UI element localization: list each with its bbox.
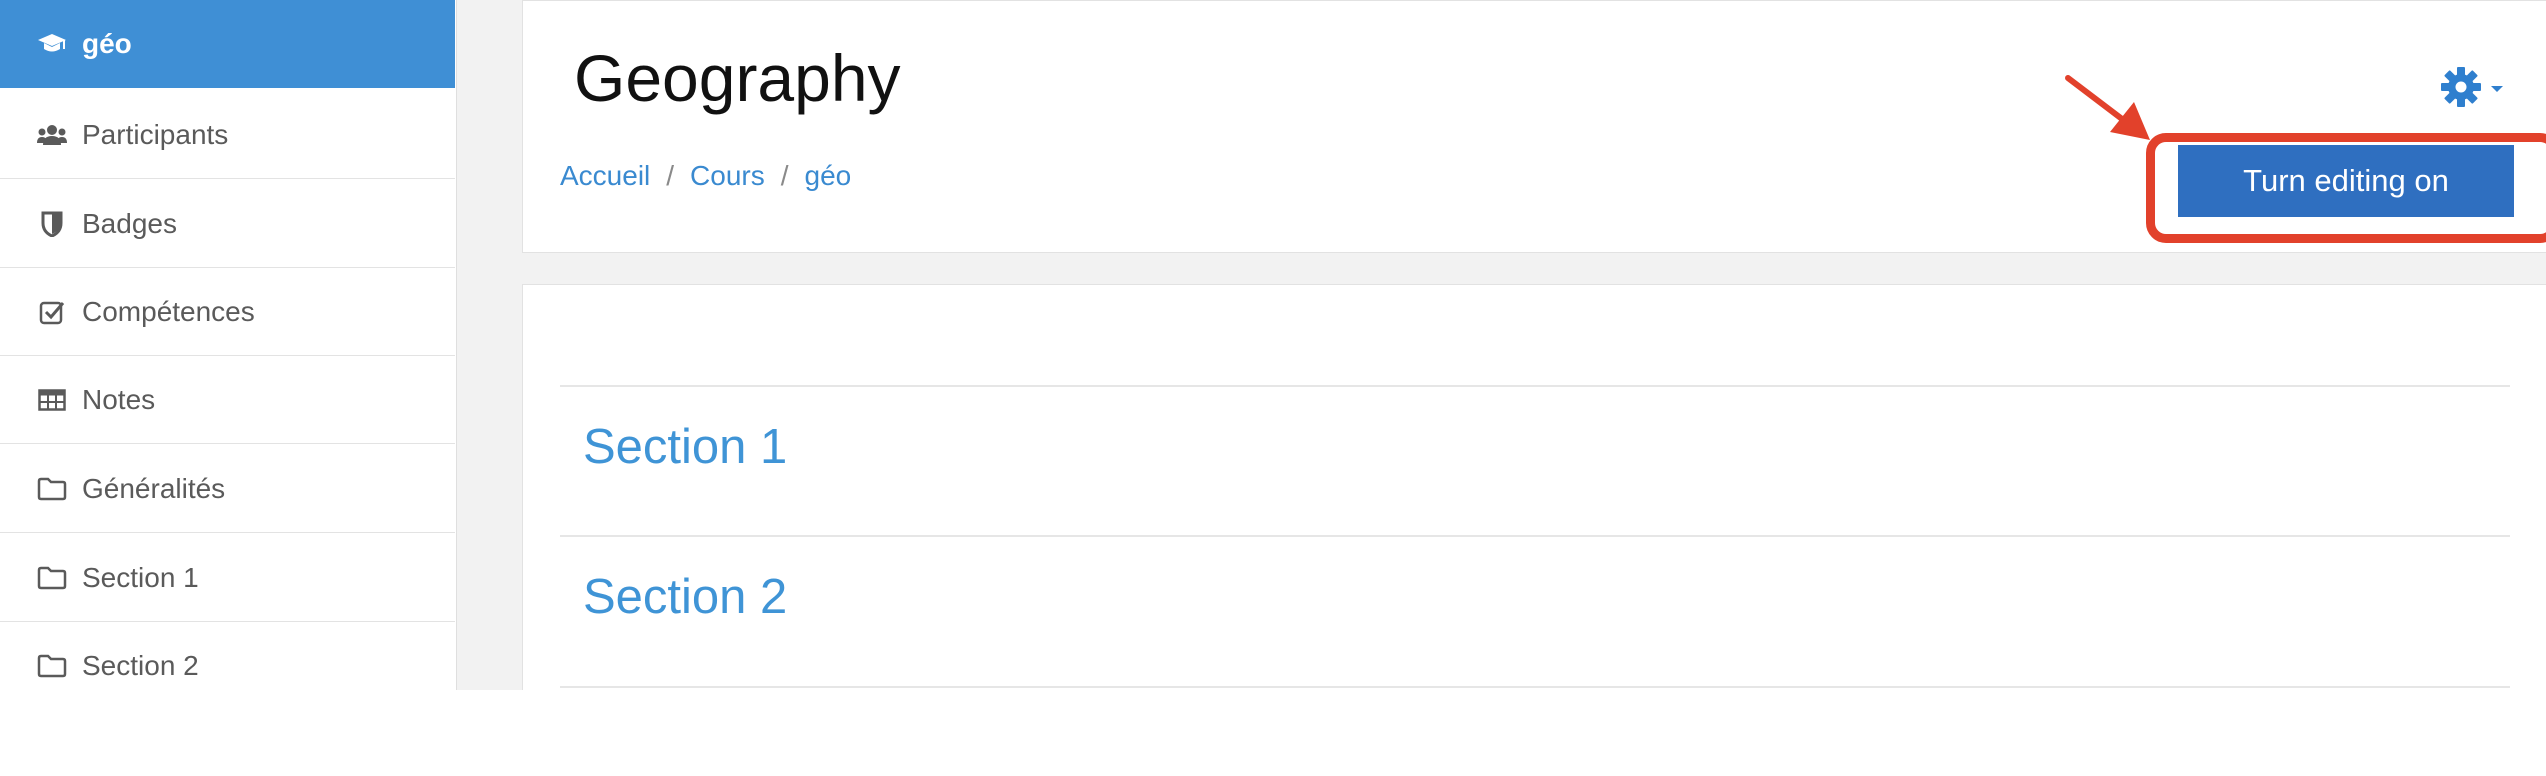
sidebar-item-section-2[interactable]: Section 2 [0,622,455,690]
divider [560,385,2510,387]
gear-icon [2440,66,2482,113]
sidebar-item-label: Section 2 [82,650,199,681]
checkbox-icon [36,296,68,328]
divider [560,686,2510,688]
sidebar-item-competences[interactable]: Compétences [0,268,455,356]
sidebar-item-label: Notes [82,383,156,415]
breadcrumb: Accueil / Cours / géo [560,160,851,192]
sidebar: géo Participants Badges Compétences Note… [0,0,457,690]
sidebar-item-label: Participants [82,118,229,150]
graduation-cap-icon [36,28,68,60]
shield-icon [36,208,68,240]
annotation-arrow-icon [2060,70,2160,155]
sidebar-item-course[interactable]: géo [0,0,455,88]
folder-icon [36,473,68,505]
page-title: Geography [574,41,901,115]
sidebar-item-section-1[interactable]: Section 1 [0,534,455,622]
breadcrumb-link-courses[interactable]: Cours [690,160,765,192]
breadcrumb-separator: / [780,160,789,191]
divider [560,535,2510,537]
breadcrumb-separator: / [666,160,675,191]
folder-icon [36,562,68,594]
screen: géo Participants Badges Compétences Note… [0,0,2546,690]
sidebar-item-generalites[interactable]: Généralités [0,445,455,533]
turn-editing-on-button[interactable]: Turn editing on [2178,145,2514,217]
breadcrumb-link-course[interactable]: géo [805,160,852,192]
sidebar-item-badges[interactable]: Badges [0,180,455,268]
section-title[interactable]: Section 2 [583,569,787,625]
sidebar-item-label: Badges [82,207,177,239]
folder-icon [36,650,68,682]
sidebar-item-label: Généralités [82,472,226,504]
sidebar-item-label: géo [82,28,132,59]
sidebar-item-participants[interactable]: Participants [0,91,455,179]
table-icon [36,384,68,416]
chevron-down-icon [2490,81,2504,99]
sidebar-item-label: Section 1 [82,561,199,593]
breadcrumb-link-home[interactable]: Accueil [560,160,650,192]
course-content [522,284,2546,690]
settings-menu[interactable] [2440,66,2504,113]
users-icon [36,119,68,151]
sidebar-item-label: Compétences [82,295,255,327]
section-title[interactable]: Section 1 [583,419,787,475]
sidebar-item-notes[interactable]: Notes [0,356,455,444]
